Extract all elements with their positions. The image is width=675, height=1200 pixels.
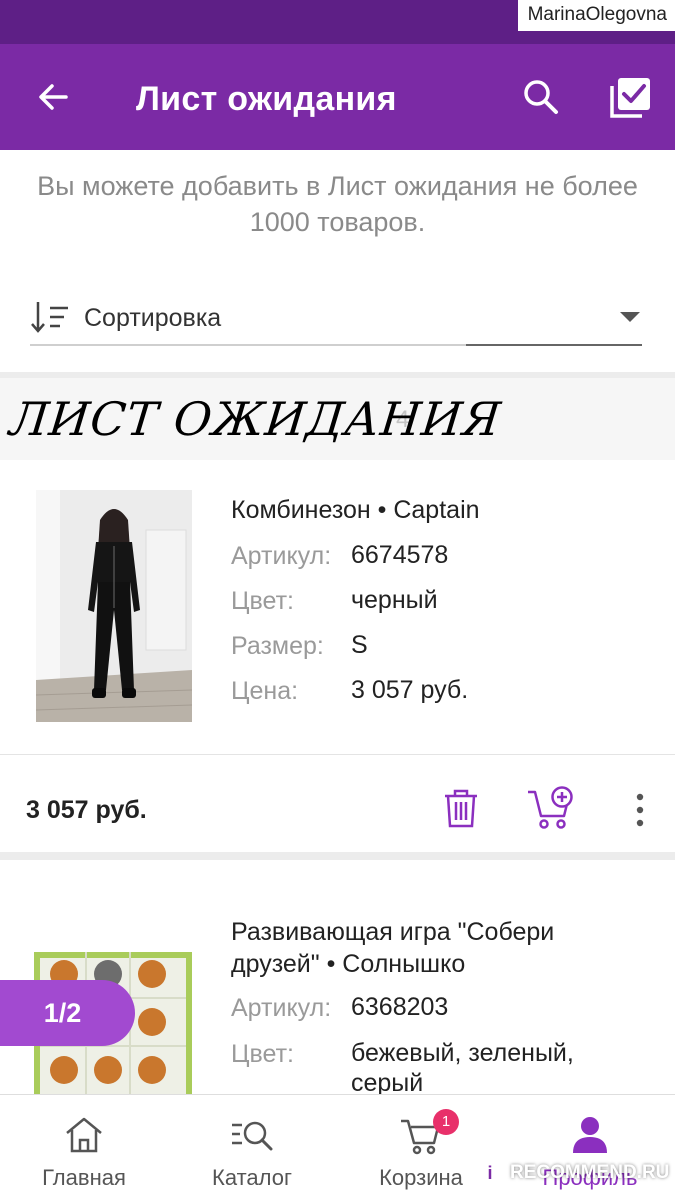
color-label: Цвет: bbox=[231, 1040, 294, 1068]
nav-item-home[interactable]: Главная bbox=[0, 1095, 168, 1200]
cart-badge: 1 bbox=[433, 1109, 459, 1135]
sort-underline bbox=[466, 344, 642, 346]
nav-item-catalog[interactable]: Каталог bbox=[168, 1095, 336, 1200]
select-all-checkbox-icon[interactable] bbox=[606, 74, 654, 122]
back-arrow-icon[interactable] bbox=[30, 74, 76, 120]
sort-dropdown[interactable]: Сортировка bbox=[30, 292, 642, 346]
chevron-down-icon bbox=[620, 312, 640, 322]
trash-icon[interactable] bbox=[442, 788, 480, 828]
page-indicator: 1/2 bbox=[0, 980, 135, 1046]
color-value: черный bbox=[351, 586, 438, 614]
page-title: Лист ожидания bbox=[136, 80, 397, 118]
list-count-row: 4 ЛИСТ ОЖИДАНИЯ bbox=[0, 378, 675, 460]
nav-label: Каталог bbox=[212, 1165, 292, 1190]
sku-label: Артикул: bbox=[231, 994, 332, 1022]
watermark-username: MarinaOlegovna bbox=[517, 0, 675, 31]
card-divider bbox=[0, 754, 675, 755]
add-to-cart-icon[interactable] bbox=[526, 786, 576, 830]
price-value: 3 057 руб. bbox=[351, 676, 469, 704]
limit-info-text: Вы можете добавить в Лист ожидания не бо… bbox=[37, 171, 638, 237]
more-options-icon[interactable] bbox=[630, 792, 650, 828]
color-label: Цвет: bbox=[231, 587, 294, 615]
sku-value: 6674578 bbox=[351, 541, 449, 569]
recommend-logo-icon: i bbox=[476, 1159, 504, 1187]
profile-icon bbox=[568, 1115, 612, 1155]
sku-value: 6368203 bbox=[351, 993, 449, 1021]
color-value: бежевый, зеленый, серый bbox=[351, 1039, 574, 1097]
status-bar: MarinaOlegovna bbox=[0, 0, 675, 44]
size-value: S bbox=[351, 631, 368, 659]
price-label: Цена: bbox=[231, 677, 299, 705]
product-image[interactable] bbox=[36, 490, 192, 722]
search-icon[interactable] bbox=[518, 74, 564, 120]
product-name[interactable]: Комбинезон • Captain bbox=[231, 494, 480, 526]
sort-icon bbox=[30, 300, 70, 334]
nav-label: Главная bbox=[42, 1165, 126, 1190]
size-label: Размер: bbox=[231, 632, 324, 660]
list-item: Комбинезон • Captain Артикул: 6674578 Цв… bbox=[0, 462, 675, 860]
product-name[interactable]: Развивающая игра "Собери друзей" • Солны… bbox=[231, 916, 554, 980]
catalog-search-icon bbox=[230, 1115, 274, 1155]
sort-label: Сортировка bbox=[84, 304, 222, 332]
handwritten-title: ЛИСТ ОЖИДАНИЯ bbox=[7, 392, 504, 446]
sku-label: Артикул: bbox=[231, 542, 332, 570]
app-bar: Лист ожидания bbox=[0, 44, 675, 150]
home-icon bbox=[62, 1115, 106, 1155]
site-watermark: i RECOMMEND.RU bbox=[476, 1152, 672, 1194]
total-price: 3 057 руб. bbox=[26, 796, 147, 824]
